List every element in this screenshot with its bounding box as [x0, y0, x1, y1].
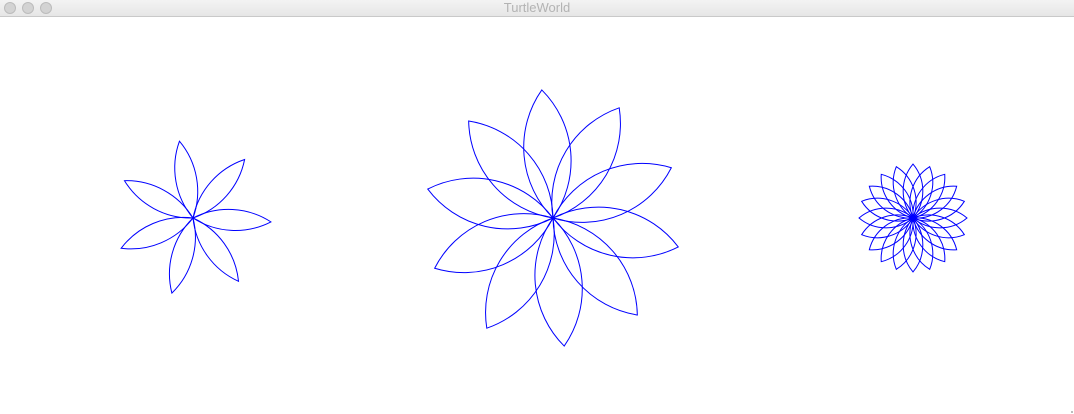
- window-title: TurtleWorld: [503, 0, 571, 15]
- turtleworld-window: TurtleWorld: [0, 0, 1074, 414]
- petal: [552, 206, 680, 259]
- petal: [192, 158, 246, 219]
- petal: [123, 180, 194, 219]
- petal: [174, 140, 199, 219]
- title-bar[interactable]: TurtleWorld: [0, 0, 1074, 17]
- petal: [192, 217, 240, 283]
- petal: [120, 216, 194, 250]
- turtle-drawing: [120, 89, 968, 347]
- flower-7-petals: [120, 140, 272, 295]
- flower-10-petals: [426, 89, 680, 347]
- resize-grip[interactable]: [1071, 411, 1073, 413]
- petal: [426, 177, 554, 230]
- flower-20-petals: [858, 163, 968, 273]
- drawing-canvas[interactable]: [0, 17, 1074, 414]
